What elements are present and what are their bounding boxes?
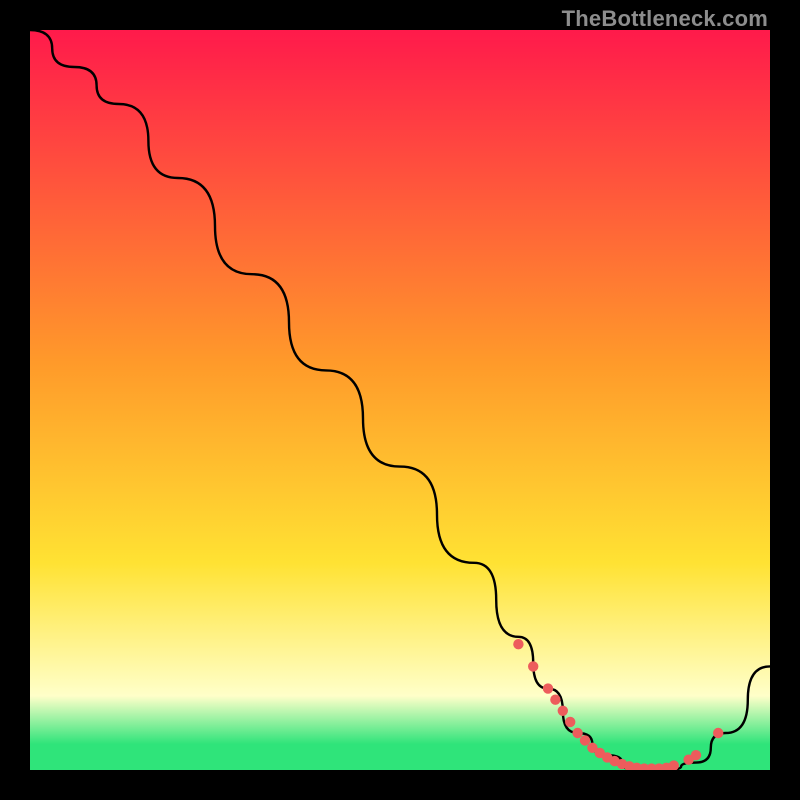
watermark: TheBottleneck.com [562,6,768,32]
data-dot [558,706,568,716]
data-dot [713,728,723,738]
data-dot [691,750,701,760]
gradient-bg [30,30,770,770]
data-dot [528,661,538,671]
data-dot [572,728,582,738]
plot-area [30,30,770,770]
data-dot [543,683,553,693]
data-dot [565,717,575,727]
data-dot [580,735,590,745]
data-dot [513,639,523,649]
chart-frame: TheBottleneck.com [0,0,800,800]
chart-svg [30,30,770,770]
data-dot [550,695,560,705]
